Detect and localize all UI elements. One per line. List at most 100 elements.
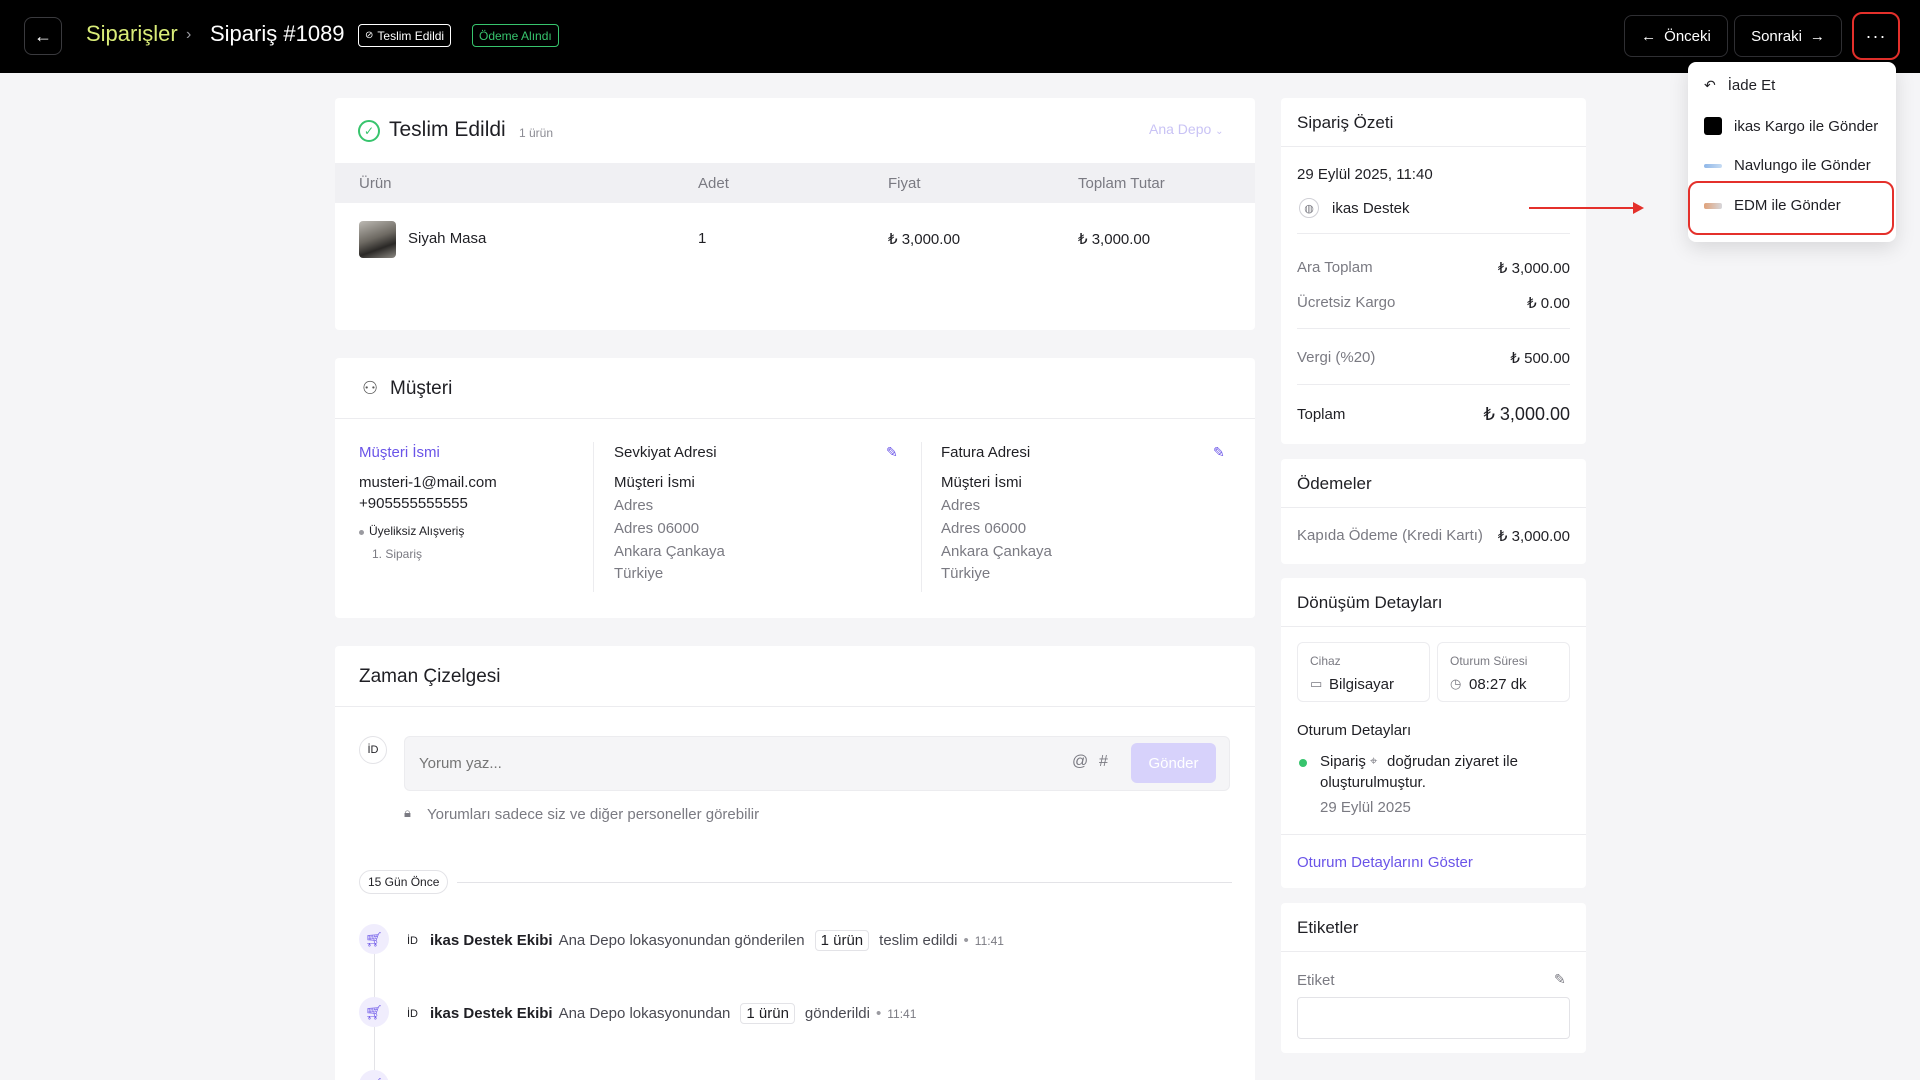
event-chip[interactable]: 1 ürün (814, 930, 870, 951)
sales-channel: ikas Destek (1332, 200, 1410, 217)
avatar: İD (359, 736, 387, 764)
shipping-line: Ankara Çankaya (614, 543, 725, 560)
warehouse-select[interactable]: Ana Depo ⌄ (1149, 121, 1224, 137)
tags-card: Etiketler Etiket ✎ (1281, 903, 1586, 1053)
annotation-arrow (1529, 207, 1635, 209)
session-details-title: Oturum Detayları (1297, 722, 1412, 739)
event-time: 11:41 (974, 933, 1004, 948)
event-actor[interactable]: ikas Destek Ekibi (430, 932, 553, 949)
membership-status: Üyeliksiz Alışveriş (369, 524, 465, 538)
event-text: teslim edildi (879, 932, 958, 949)
pencil-icon[interactable]: ✎ (1554, 971, 1566, 988)
conversion-title: Dönüşüm Detayları (1297, 593, 1443, 612)
order-count: 1. Sipariş (372, 547, 423, 561)
chevron-down-icon: ⌄ (1215, 126, 1224, 137)
next-button[interactable]: Sonraki → (1734, 15, 1842, 57)
event-text: Ana Depo lokasyonundan gönderilen (558, 932, 805, 949)
column-divider (921, 442, 922, 592)
status-badge-delivered: ⊘ Teslim Edildi (358, 24, 452, 47)
privacy-note: Yorumları sadece siz ve diğer personelle… (427, 806, 760, 823)
event-date: 29 Eylül 2025 (1320, 799, 1411, 816)
date-chip: 15 Gün Önce (359, 870, 449, 894)
event-chip[interactable]: 1 ürün (740, 1003, 795, 1024)
breadcrumb-orders[interactable]: Siparişler (86, 21, 178, 47)
total-value: ₺ 3,000.00 (1483, 404, 1570, 424)
column-header-price: Fiyat (888, 175, 921, 192)
event-text: Ana Depo lokasyonundan (558, 1005, 731, 1022)
device-box (1297, 642, 1430, 702)
edit-billing-icon[interactable]: ✎ (1213, 444, 1225, 461)
menu-item-ikas-kargo[interactable]: ikas Kargo ile Gönder (1704, 117, 1878, 135)
timeline-event: İD ikas Destek Ekibi Ana Depo lokasyonun… (407, 930, 1004, 951)
tags-title: Etiketler (1297, 918, 1359, 937)
menu-item-highlight (1688, 181, 1894, 235)
timeline-event: İD ikas Destek Ekibi Ana Depo lokasyonun… (407, 1003, 916, 1024)
menu-item-refund[interactable]: ↶ İade Et (1704, 77, 1775, 94)
previous-button[interactable]: ← Önceki (1624, 15, 1728, 57)
customer-phone: +905555555555 (359, 495, 468, 512)
cart-icon: 🛒︎ (359, 1070, 389, 1080)
comment-input[interactable] (419, 750, 979, 776)
more-dots-icon: ··· (1865, 25, 1887, 46)
check-circle-icon: ⊘ (365, 30, 374, 41)
status-badge-paid: Ödeme Alındı (472, 24, 559, 47)
status-badge-label: Ödeme Alındı (479, 28, 552, 43)
show-session-details-link[interactable]: Oturum Detaylarını Göster (1297, 854, 1473, 871)
billing-line: Türkiye (941, 565, 991, 582)
more-actions-button[interactable]: ··· (1852, 12, 1900, 60)
send-button[interactable]: Gönder (1131, 743, 1216, 783)
device-value: Bilgisayar (1329, 676, 1395, 693)
event-line: Sipariş (1320, 753, 1366, 770)
event-time: 11:41 (887, 1006, 917, 1021)
tax-value: ₺ 500.00 (1510, 350, 1570, 367)
monitor-icon: ▭ (1310, 676, 1323, 691)
payments-card: Ödemeler Kapıda Ödeme (Kredi Kartı) ₺ 3,… (1281, 459, 1586, 564)
ikas-kargo-logo (1704, 117, 1722, 135)
session-box (1437, 642, 1570, 702)
column-header-qty: Adet (698, 175, 729, 192)
lock-icon: 🔒︎ (404, 805, 411, 820)
page-title: Sipariş #1089 (210, 21, 345, 46)
payment-amount: ₺ 3,000.00 (1497, 528, 1570, 545)
customer-title: Müşteri (390, 378, 453, 399)
shipping-line: Müşteri İsmi (614, 474, 695, 491)
billing-line: Ankara Çankaya (941, 543, 1052, 560)
product-name[interactable]: Siyah Masa (408, 230, 486, 247)
customer-name-link[interactable]: Müşteri İsmi (359, 444, 440, 461)
menu-item-label: İade Et (1727, 77, 1776, 94)
hashtag-icon[interactable]: # (1099, 753, 1108, 771)
globe-icon: ◍ (1299, 198, 1319, 218)
total-label: Toplam (1297, 406, 1346, 423)
status-badge-label: Teslim Edildi (377, 28, 445, 43)
billing-line: Müşteri İsmi (941, 474, 1022, 491)
order-summary-card: Sipariş Özeti 29 Eylül 2025, 11:40 ◍ ika… (1281, 98, 1586, 444)
product-thumbnail (359, 221, 396, 258)
check-circle-icon: ✓ (358, 120, 380, 142)
tag-input[interactable] (1297, 997, 1570, 1039)
cart-icon: 🛒︎ (359, 924, 389, 954)
delivery-count: 1 ürün (519, 126, 554, 140)
menu-item-label: ikas Kargo ile Gönder (1734, 117, 1879, 135)
shipping-value: ₺ 0.00 (1527, 295, 1570, 312)
edit-shipping-icon[interactable]: ✎ (886, 444, 898, 461)
arrow-left-icon: ← (1641, 27, 1657, 45)
event-line: oluşturulmuştur. (1320, 774, 1426, 791)
shipping-title: Sevkiyat Adresi (614, 444, 717, 461)
billing-title: Fatura Adresi (941, 444, 1031, 461)
back-button[interactable]: ← (24, 17, 62, 55)
menu-item-label: Navlungo ile Gönder (1734, 157, 1871, 174)
product-qty: 1 (698, 230, 707, 247)
avatar-initials: İD (367, 744, 379, 756)
next-label: Sonraki (1751, 27, 1802, 45)
mention-icon[interactable]: @ (1072, 753, 1088, 771)
cursor-icon: ⌖ (1370, 753, 1378, 768)
annotation-arrow-head (1633, 202, 1644, 214)
menu-item-navlungo[interactable]: Navlungo ile Gönder (1704, 157, 1871, 174)
event-text: gönderildi (804, 1005, 870, 1022)
clock-icon: ◷ (1450, 676, 1462, 691)
date-divider (457, 882, 1232, 883)
event-actor[interactable]: ikas Destek Ekibi (430, 1005, 553, 1022)
billing-line: Adres 06000 (941, 520, 1027, 537)
arrow-left-icon: ← (34, 25, 52, 46)
user-icon: ⚇ (362, 378, 379, 398)
